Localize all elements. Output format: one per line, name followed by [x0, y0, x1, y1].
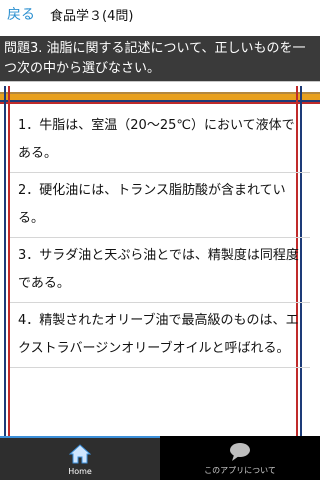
nav-about-label: このアプリについて: [204, 466, 276, 475]
nav-home[interactable]: Home: [0, 436, 160, 480]
answer-options: 1．牛脂は、室温（20〜25℃）において液体である。 2．硬化油には、トランス脂…: [10, 108, 310, 368]
chat-bubble-icon: [230, 443, 250, 461]
option-3[interactable]: 3．サラダ油と天ぷら油とでは、精製度は同程度である。: [10, 238, 310, 303]
page-title: 食品学３(4問): [50, 9, 134, 24]
decorative-bar: [0, 92, 320, 104]
back-button[interactable]: 戻る: [7, 4, 35, 24]
top-bar: 戻る 食品学３(4問): [0, 0, 320, 30]
option-1[interactable]: 1．牛脂は、室温（20〜25℃）において液体である。: [10, 108, 310, 173]
left-post-blue: [4, 86, 6, 456]
nav-about[interactable]: このアプリについて: [160, 436, 320, 480]
option-4[interactable]: 4．精製されたオリーブ油で最高級のものは、エクストラバージンオリーブオイルと呼ば…: [10, 303, 310, 368]
home-icon: [69, 444, 91, 464]
option-2[interactable]: 2．硬化油には、トランス脂肪酸が含まれている。: [10, 173, 310, 238]
question-text: 問題3. 油脂に関する記述について、正しいものを一つ次の中から選びなさい。: [0, 36, 320, 82]
nav-home-label: Home: [68, 467, 92, 476]
bar-rule-red: [0, 102, 320, 104]
bottom-navigation: Home このアプリについて: [0, 436, 320, 480]
